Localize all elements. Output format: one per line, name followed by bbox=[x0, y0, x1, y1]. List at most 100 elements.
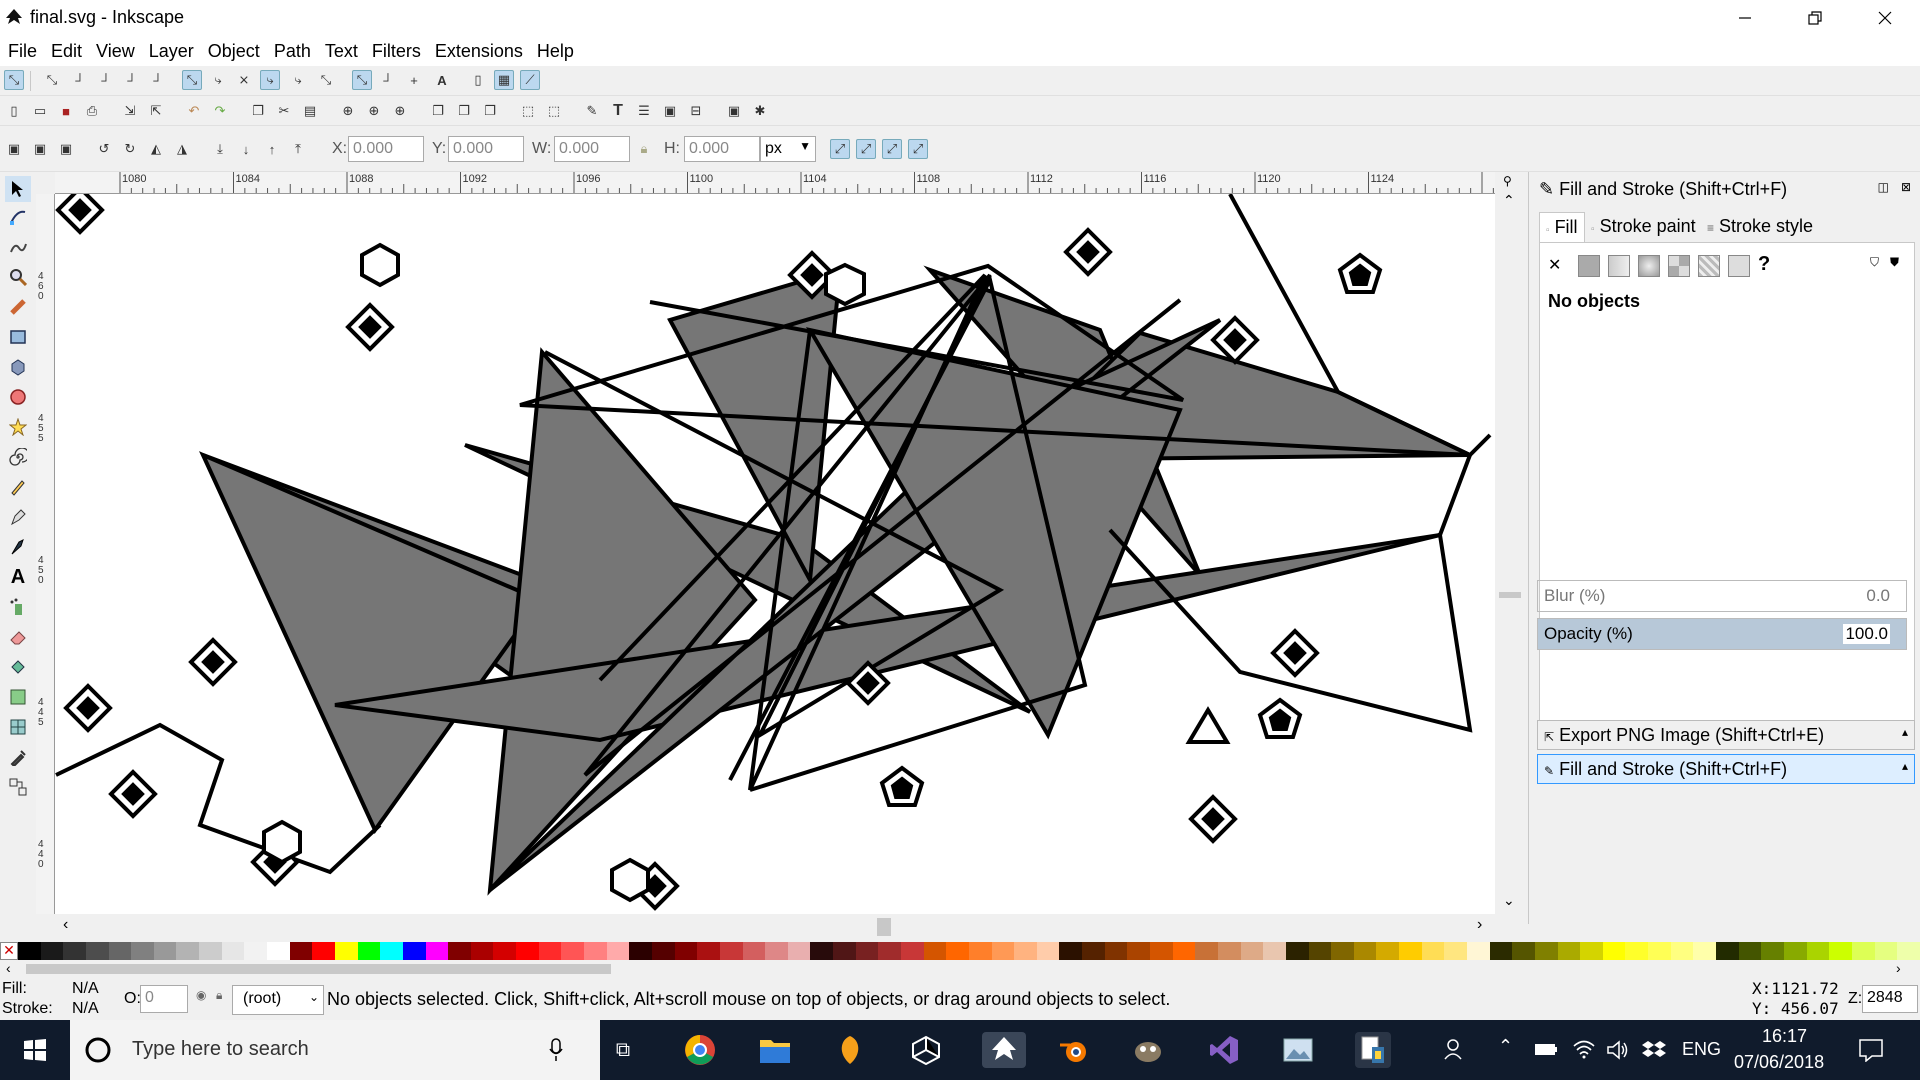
color-swatch[interactable] bbox=[1625, 942, 1649, 960]
color-swatch[interactable] bbox=[176, 942, 200, 960]
snap-bbox-corner-button[interactable]: ┘ bbox=[96, 70, 116, 90]
zoom-drawing-icon[interactable]: ⊕ bbox=[364, 101, 384, 121]
minimize-button[interactable] bbox=[1710, 0, 1780, 36]
drawing-shape[interactable] bbox=[487, 347, 758, 896]
color-swatch[interactable] bbox=[1059, 942, 1083, 960]
color-swatch[interactable] bbox=[289, 942, 313, 960]
snap-nodes-button[interactable]: ⤡ bbox=[182, 70, 202, 90]
color-swatch[interactable] bbox=[900, 942, 924, 960]
copy-icon[interactable]: ❐ bbox=[248, 101, 268, 121]
scale-corners-icon[interactable]: ⤢ bbox=[856, 139, 876, 159]
search-box[interactable]: Type here to search bbox=[70, 1020, 600, 1080]
color-swatch[interactable] bbox=[833, 942, 856, 960]
color-swatch[interactable] bbox=[402, 942, 426, 960]
fill-rule-nonzero-icon[interactable]: ⛊ bbox=[1890, 255, 1899, 270]
color-swatch[interactable] bbox=[787, 942, 811, 960]
horizontal-ruler[interactable]: 1080 1084 1088 1092 1096 1100 1104 1108 1112 1116… bbox=[55, 172, 1495, 194]
import-icon[interactable]: ⇲ bbox=[120, 101, 140, 121]
color-swatch[interactable] bbox=[1670, 942, 1694, 960]
opacity-status-field[interactable]: 0 bbox=[140, 985, 188, 1013]
color-swatch[interactable] bbox=[1761, 942, 1784, 960]
color-swatch[interactable] bbox=[1353, 942, 1377, 960]
color-swatch[interactable] bbox=[1172, 942, 1196, 960]
unity-icon[interactable] bbox=[908, 1032, 944, 1068]
selector-tool-icon[interactable] bbox=[5, 176, 31, 202]
color-swatch[interactable] bbox=[1127, 942, 1151, 960]
chevron-left-icon[interactable]: ‹ bbox=[6, 960, 11, 976]
tab-stroke-paint[interactable]: ▫ Stroke paint bbox=[1585, 212, 1702, 242]
duplicate-icon[interactable]: ❐ bbox=[428, 101, 448, 121]
text-font-dialog-icon[interactable]: T bbox=[608, 101, 628, 121]
color-swatch[interactable] bbox=[1263, 942, 1286, 960]
gimp-icon[interactable] bbox=[1130, 1032, 1166, 1068]
h-field[interactable]: 0.000 bbox=[684, 136, 760, 162]
color-swatch[interactable] bbox=[1104, 942, 1128, 960]
vertical-ruler[interactable]: 4 6 0 4 5 5 4 5 0 4 4 5 4 4 0 bbox=[36, 194, 55, 914]
notifications-icon[interactable] bbox=[1858, 1038, 1884, 1062]
drawing-canvas[interactable] bbox=[55, 194, 1495, 914]
mesh-gradient-button[interactable] bbox=[1668, 255, 1690, 277]
triangle-marker[interactable] bbox=[1185, 706, 1231, 744]
menu-view[interactable]: View bbox=[96, 41, 135, 62]
pentagon-marker[interactable] bbox=[1337, 252, 1383, 294]
snap-cusp-button[interactable]: ⤷ bbox=[260, 70, 280, 90]
eraser-tool-icon[interactable] bbox=[5, 624, 31, 650]
menu-layer[interactable]: Layer bbox=[149, 41, 194, 62]
diamond-marker[interactable] bbox=[55, 194, 105, 235]
color-swatch[interactable] bbox=[538, 942, 562, 960]
color-swatch[interactable] bbox=[855, 942, 879, 960]
color-swatch[interactable] bbox=[606, 942, 630, 960]
clock-date[interactable]: 07/06/2018 bbox=[1734, 1052, 1824, 1073]
hexagon-marker[interactable] bbox=[824, 262, 866, 307]
color-swatch[interactable] bbox=[516, 942, 539, 960]
color-swatch[interactable] bbox=[765, 942, 788, 960]
dropbox-icon[interactable] bbox=[1642, 1040, 1666, 1060]
color-swatch[interactable] bbox=[1806, 942, 1830, 960]
fill-indicator-value[interactable]: N/A bbox=[72, 980, 99, 998]
menu-filters[interactable]: Filters bbox=[372, 41, 421, 62]
flip-horizontal-icon[interactable]: ◭ bbox=[146, 139, 166, 159]
wifi-icon[interactable] bbox=[1572, 1039, 1596, 1059]
visual-studio-icon[interactable] bbox=[1206, 1032, 1242, 1068]
color-swatch[interactable] bbox=[1421, 942, 1445, 960]
snap-intersection-button[interactable]: ⨯ bbox=[234, 70, 254, 90]
zoom-tool-icon[interactable] bbox=[5, 264, 31, 290]
inkscape-task-icon[interactable] bbox=[982, 1032, 1026, 1068]
color-swatch[interactable] bbox=[1557, 942, 1581, 960]
fill-rule-evenodd-icon[interactable]: ⛉ bbox=[1870, 255, 1879, 270]
restore-button[interactable] bbox=[1780, 0, 1850, 36]
flat-color-button[interactable] bbox=[1578, 255, 1600, 277]
xml-editor-icon[interactable]: ▣ bbox=[660, 101, 680, 121]
stroke-indicator-value[interactable]: N/A bbox=[72, 1000, 99, 1018]
color-swatch[interactable] bbox=[334, 942, 358, 960]
rotate-cw-icon[interactable]: ↻ bbox=[120, 139, 140, 159]
snap-grid-button[interactable]: ▦ bbox=[494, 70, 514, 90]
diamond-marker[interactable] bbox=[1270, 628, 1320, 678]
microphone-icon[interactable] bbox=[548, 1038, 564, 1062]
align-distribute-icon[interactable]: ⊟ bbox=[686, 101, 706, 121]
color-swatch[interactable] bbox=[221, 942, 245, 960]
blur-slider[interactable]: Blur (%) 0.0 bbox=[1537, 580, 1907, 612]
pattern-button[interactable] bbox=[1698, 255, 1720, 277]
paint-bucket-tool-icon[interactable] bbox=[5, 654, 31, 680]
blender-icon[interactable] bbox=[1056, 1032, 1092, 1068]
color-swatch[interactable] bbox=[1602, 942, 1626, 960]
color-swatch[interactable] bbox=[719, 942, 743, 960]
snap-toggle-button[interactable]: ⤡ bbox=[4, 70, 24, 90]
undo-icon[interactable]: ↶ bbox=[184, 101, 204, 121]
snap-page-button[interactable]: ▯ bbox=[468, 70, 488, 90]
select-all-layers-icon[interactable]: ▣ bbox=[30, 139, 50, 159]
dock-tab-fill-stroke[interactable]: ✎ Fill and Stroke (Shift+Ctrl+F) ▴ bbox=[1537, 754, 1915, 784]
color-swatch[interactable] bbox=[153, 942, 177, 960]
diamond-marker[interactable] bbox=[1063, 227, 1113, 277]
rectangle-tool-icon[interactable] bbox=[5, 324, 31, 350]
color-swatch[interactable] bbox=[63, 942, 86, 960]
color-swatch[interactable] bbox=[1829, 942, 1852, 960]
diamond-marker[interactable] bbox=[63, 683, 113, 733]
color-swatch[interactable] bbox=[1738, 942, 1762, 960]
swatch-button[interactable] bbox=[1728, 255, 1750, 277]
mesh-tool-icon[interactable] bbox=[5, 714, 31, 740]
color-swatch[interactable] bbox=[425, 942, 449, 960]
snap-others-button[interactable]: ⤡ bbox=[352, 70, 372, 90]
vertical-scrollbar[interactable]: ⚲ ⌃ ⌄ bbox=[1495, 172, 1525, 914]
